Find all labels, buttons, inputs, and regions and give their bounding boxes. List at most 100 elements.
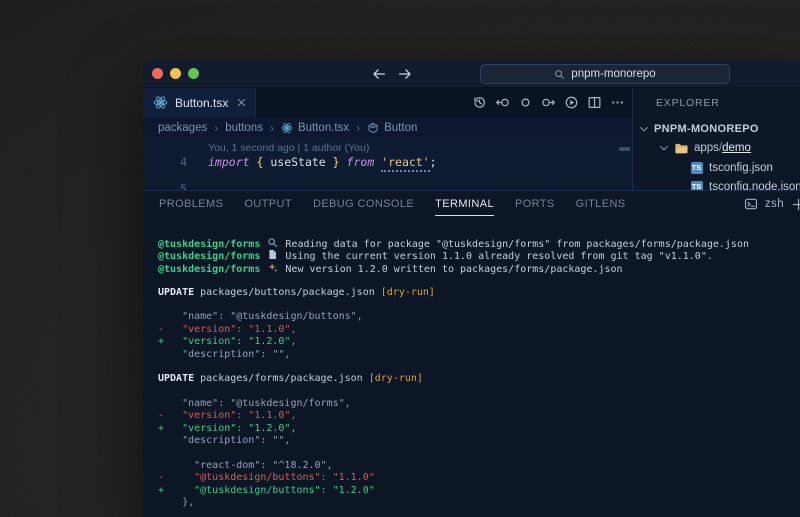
symbol-class-icon <box>367 122 379 134</box>
editor-scrollbar[interactable] <box>619 147 630 151</box>
panel-tab-problems[interactable]: PROBLEMS <box>159 195 223 213</box>
run-icon[interactable] <box>562 93 581 112</box>
breadcrumb-item-packages[interactable]: packages <box>158 122 207 134</box>
history-back-button[interactable] <box>371 66 387 82</box>
more-actions-icon[interactable] <box>608 93 627 112</box>
document-icon <box>266 249 279 260</box>
code-token: useState <box>263 155 332 169</box>
panel-tab-bar: PROBLEMS OUTPUT DEBUG CONSOLE TERMINAL PORTS… <box>143 191 800 217</box>
panel-tab-terminal[interactable]: TERMINAL <box>435 195 494 213</box>
traffic-lights <box>152 68 199 79</box>
breadcrumb-item-button-tsx[interactable]: Button.tsx <box>281 122 349 134</box>
terminal-line: @tuskdesign/forms Reading data for packa… <box>158 237 800 249</box>
terminal-text: packages/forms/package.json <box>194 373 369 384</box>
command-center-search[interactable]: pnpm-monorepo <box>480 64 730 84</box>
breadcrumb-label: Button <box>384 122 417 134</box>
terminal-line <box>158 299 800 311</box>
explorer-item-label: apps <box>694 142 719 154</box>
code-token: import <box>208 155 250 169</box>
split-editor-icon[interactable] <box>585 93 604 112</box>
terminal-line: + "version": "1.2.0", <box>158 336 800 348</box>
terminal-line: @tuskdesign/forms New version 1.2.0 writ… <box>158 262 800 274</box>
terminal-text: "description": "", <box>158 435 290 446</box>
blame-annotation[interactable]: You, 1 second ago | 1 author (You) <box>208 142 369 154</box>
ts-icon: TS <box>689 160 704 175</box>
tab-label: Button.tsx <box>175 96 228 110</box>
panel-tab-gitlens[interactable]: GITLENS <box>576 195 626 213</box>
terminal-text: @tuskdesign/forms <box>158 239 260 250</box>
panel-tab-debug-console[interactable]: DEBUG CONSOLE <box>313 195 414 213</box>
panel-tab-ports[interactable]: PORTS <box>515 195 555 213</box>
chevron-down-icon <box>638 123 650 135</box>
explorer-item-tsconfig-json[interactable]: TStsconfig.json <box>633 158 800 178</box>
new-terminal-button[interactable] <box>791 197 800 212</box>
breadcrumb-separator: › <box>356 121 360 135</box>
terminal-line: - "version": "1.1.0", <box>158 324 800 336</box>
terminal-line: "name": "@tuskdesign/forms", <box>158 398 800 410</box>
breadcrumb-separator: › <box>214 121 218 135</box>
terminal-text: Using the current version 1.1.0 already … <box>279 251 712 262</box>
bottom-panel: PROBLEMS OUTPUT DEBUG CONSOLE TERMINAL PORTS… <box>143 190 800 517</box>
terminal-line: "description": "", <box>158 349 800 361</box>
breadcrumb-label: packages <box>158 122 207 134</box>
explorer-item-tsconfig-node-json[interactable]: TStsconfig.node.json <box>633 178 800 191</box>
terminal-text: packages/buttons/package.json <box>194 287 381 298</box>
terminal-line: UPDATE packages/forms/package.json [dry-… <box>158 373 800 385</box>
code-token: 'react' <box>381 155 429 172</box>
terminal-text: New version 1.2.0 written to packages/fo… <box>279 264 622 275</box>
change-circle-icon[interactable] <box>516 93 535 112</box>
terminal-text: UPDATE <box>158 287 194 298</box>
terminal-line: "name": "@tuskdesign/buttons", <box>158 311 800 323</box>
close-tab-icon[interactable] <box>236 97 247 108</box>
explorer-item-apps-demo[interactable]: apps / demo <box>633 139 800 159</box>
close-window-button[interactable] <box>152 68 163 79</box>
terminal-line: }, <box>158 497 800 509</box>
breadcrumb-item-button[interactable]: Button <box>367 122 417 134</box>
terminal-text: UPDATE <box>158 373 194 384</box>
minimize-window-button[interactable] <box>170 68 181 79</box>
terminal-line: + "version": "1.2.0", <box>158 423 800 435</box>
explorer-sidebar: EXPLORER PNPM-MONOREPOapps / demoTStscon… <box>632 88 800 190</box>
terminal-text: "description": "", <box>158 349 290 360</box>
folder-open-icon <box>674 141 689 156</box>
terminal-output[interactable]: @tuskdesign/forms Reading data for packa… <box>143 217 800 510</box>
zoom-window-button[interactable] <box>188 68 199 79</box>
code-line: import { useState } from 'react'; <box>208 155 437 169</box>
explorer-root-folder[interactable]: PNPM-MONOREPO <box>633 119 800 139</box>
terminal-icon <box>744 197 758 211</box>
terminal-text: + "@tuskdesign/buttons": "1.2.0" <box>158 485 375 496</box>
explorer-item-label: tsconfig.node.json <box>709 181 800 190</box>
tab-button-tsx[interactable]: Button.tsx <box>143 88 256 117</box>
history-icon[interactable] <box>470 93 489 112</box>
search-value: pnpm-monorepo <box>571 68 655 80</box>
shell-label[interactable]: zsh <box>765 198 784 210</box>
terminal-text: + "version": "1.2.0", <box>158 423 296 434</box>
explorer-root-label: PNPM-MONOREPO <box>654 123 759 135</box>
line-number: 4 <box>143 155 187 169</box>
terminal-line <box>158 386 800 398</box>
code-token <box>340 155 347 169</box>
terminal-text: "name": "@tuskdesign/buttons", <box>158 311 363 322</box>
terminal-line: + "@tuskdesign/buttons": "1.2.0" <box>158 485 800 497</box>
editor-pane[interactable]: You, 1 second ago | 1 author (You) 4 imp… <box>143 139 632 190</box>
history-forward-button[interactable] <box>397 66 413 82</box>
breadcrumb-label: Button.tsx <box>298 122 349 134</box>
terminal-text: "name": "@tuskdesign/forms", <box>158 398 351 409</box>
terminal-text: - "@tuskdesign/buttons": "1.1.0" <box>158 472 375 483</box>
terminal-line: "description": "", <box>158 435 800 447</box>
explorer-tree: PNPM-MONOREPO apps / demoTStsconfig.jsonT… <box>633 119 800 190</box>
next-change-icon[interactable] <box>539 93 558 112</box>
panel-tab-output[interactable]: OUTPUT <box>244 195 292 213</box>
breadcrumb-item-buttons[interactable]: buttons <box>225 122 263 134</box>
terminal-line: UPDATE packages/buttons/package.json [dr… <box>158 287 800 299</box>
code-token: from <box>347 155 375 169</box>
terminal-text: + "version": "1.2.0", <box>158 336 296 347</box>
main-area: Button.tsx packages›buttons›Button.tsx›B… <box>143 88 800 190</box>
prev-change-icon[interactable] <box>493 93 512 112</box>
breadcrumb: packages›buttons›Button.tsx›Button <box>143 117 632 139</box>
terminal-text: - "version": "1.1.0", <box>158 410 296 421</box>
terminal-shell-widget: zsh <box>744 197 800 212</box>
tab-strip: Button.tsx <box>143 88 632 117</box>
chevron-down-icon <box>658 142 670 154</box>
terminal-line: @tuskdesign/forms Using the current vers… <box>158 249 800 261</box>
